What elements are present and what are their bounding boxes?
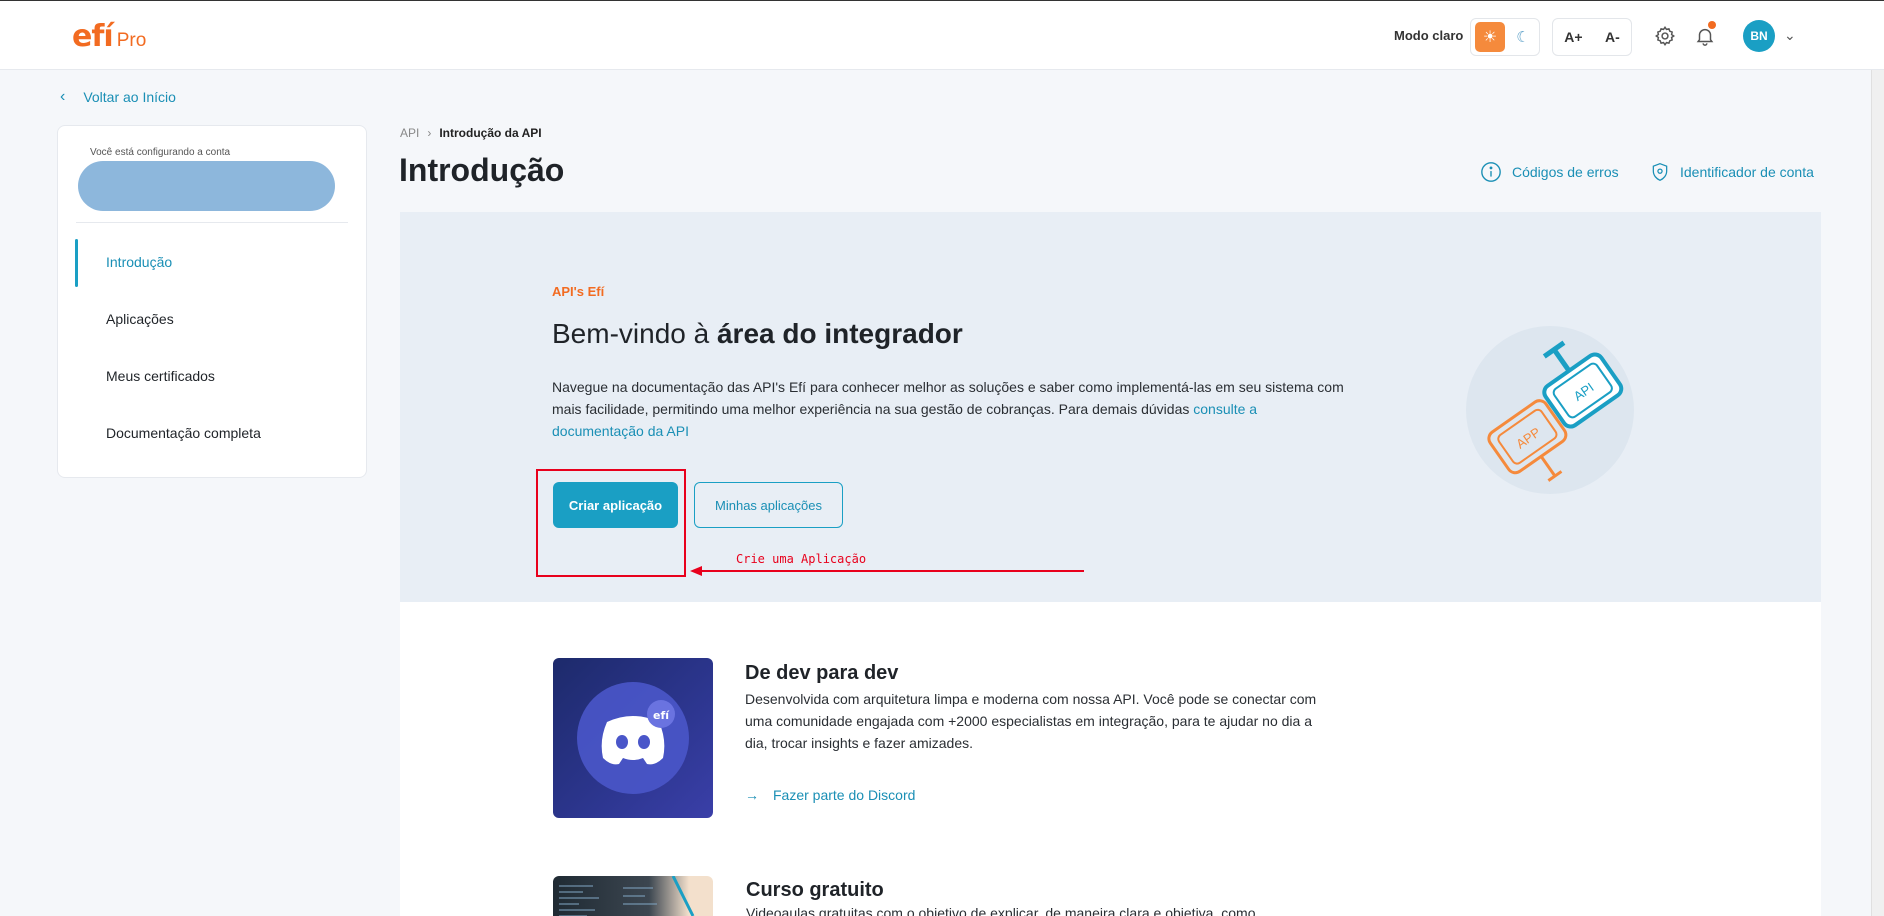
theme-toggle[interactable]: ☀ ☾: [1470, 18, 1540, 56]
hero-eyebrow: API's Efí: [552, 284, 605, 299]
cards-section: efí De dev para dev Desenvolvida com arq…: [400, 602, 1821, 916]
card-description: Videoaulas gratuitas com o objetivo de e…: [746, 905, 1256, 916]
efi-pro-logo[interactable]: efí Pro: [72, 19, 146, 54]
hero-description: Navegue na documentação das API's Efí pa…: [552, 376, 1352, 442]
gear-icon[interactable]: [1652, 23, 1678, 49]
moon-icon[interactable]: ☾: [1511, 22, 1535, 52]
font-increase-button[interactable]: A+: [1564, 29, 1582, 45]
top-bar: efí Pro Modo claro ☀ ☾ A+ A- BN ⌄: [0, 0, 1884, 70]
arrow-right-icon: →: [745, 787, 759, 803]
annotation-highlight-box: [536, 469, 686, 577]
efi-badge-text: efí: [653, 709, 670, 722]
sidebar-item-documentacao[interactable]: Documentação completa: [106, 425, 261, 441]
active-indicator: [75, 239, 78, 287]
card-title: De dev para dev: [745, 662, 899, 684]
account-selector[interactable]: [78, 161, 335, 211]
breadcrumb-separator: ›: [427, 126, 432, 140]
chevron-down-icon[interactable]: ⌄: [1784, 27, 1796, 44]
bell-icon[interactable]: [1692, 21, 1718, 49]
discord-link[interactable]: → Fazer parte do Discord: [745, 787, 915, 803]
breadcrumb-root[interactable]: API: [400, 126, 419, 140]
back-link-label: Voltar ao Início: [83, 89, 176, 105]
account-label: Você está configurando a conta: [90, 147, 231, 158]
discord-card-image: efí: [553, 658, 713, 818]
account-id-link[interactable]: Identificador de conta: [1650, 161, 1814, 183]
logo-main: efí: [72, 19, 114, 54]
my-applications-button[interactable]: Minhas aplicações: [694, 482, 843, 528]
breadcrumb-current: Introdução da API: [439, 126, 542, 140]
hero-section: API's Efí Bem-vindo à área do integrador…: [400, 212, 1821, 602]
mode-label: Modo claro: [1394, 28, 1464, 43]
card-title: Curso gratuito: [746, 879, 884, 901]
notification-dot: [1708, 21, 1716, 29]
back-link[interactable]: ‹ Voltar ao Início: [60, 88, 176, 106]
card-description: Desenvolvida com arquitetura limpa e mod…: [745, 691, 1317, 751]
info-icon: [1481, 162, 1501, 182]
sidebar-item-aplicacoes[interactable]: Aplicações: [106, 311, 174, 327]
chevron-left-icon: ‹: [60, 88, 66, 105]
error-codes-link[interactable]: Códigos de erros: [1480, 161, 1619, 183]
account-id-label: Identificador de conta: [1680, 164, 1814, 180]
sun-icon[interactable]: ☀: [1475, 22, 1505, 52]
font-size-controls: A+ A-: [1552, 18, 1632, 56]
page-scrollbar[interactable]: [1871, 70, 1884, 916]
sidebar: Você está configurando a conta Introduçã…: [57, 125, 367, 478]
course-card-image: [553, 876, 713, 916]
sidebar-item-certificados[interactable]: Meus certificados: [106, 368, 215, 384]
annotation-arrow: [690, 566, 1084, 576]
breadcrumb: API › Introdução da API: [400, 126, 542, 140]
error-codes-label: Códigos de erros: [1512, 164, 1619, 180]
discord-link-label: Fazer parte do Discord: [773, 787, 916, 803]
sidebar-item-introducao[interactable]: Introdução: [106, 254, 172, 270]
page-title: Introdução: [399, 152, 565, 188]
hero-title: Bem-vindo à área do integrador: [552, 318, 963, 350]
avatar[interactable]: BN: [1743, 20, 1775, 52]
hero-title-bold: área do integrador: [716, 318, 963, 349]
font-decrease-button[interactable]: A-: [1605, 29, 1620, 45]
plug-illustration: APP API: [1466, 326, 1634, 494]
hero-title-prefix: Bem-vindo à: [552, 318, 717, 349]
shield-icon: [1652, 162, 1668, 182]
logo-sub: Pro: [116, 30, 147, 51]
divider: [76, 222, 348, 223]
